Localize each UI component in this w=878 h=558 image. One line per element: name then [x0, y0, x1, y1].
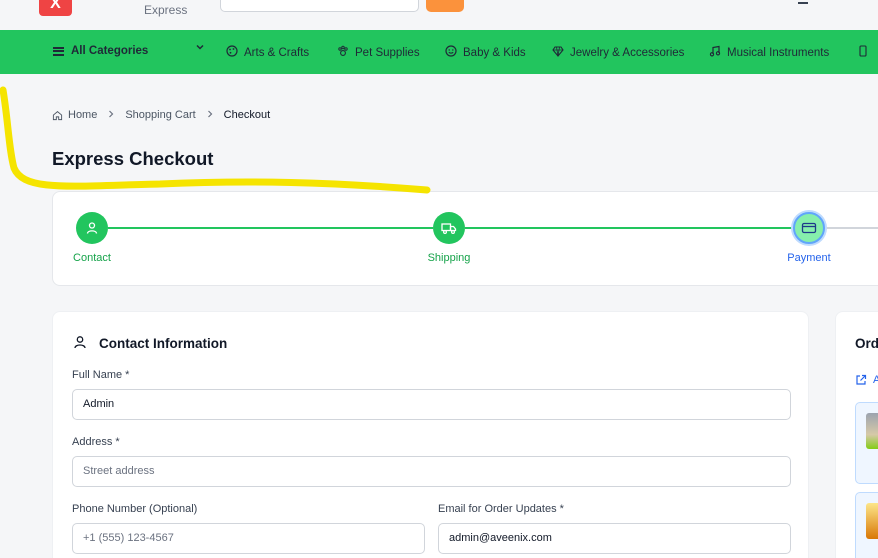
category-partial[interactable]	[857, 45, 875, 60]
category-label: Baby & Kids	[463, 46, 526, 59]
phone-label: Phone Number (Optional)	[72, 503, 198, 515]
truck-icon	[441, 223, 457, 235]
category-arts-crafts[interactable]: Arts & Crafts	[226, 45, 309, 60]
all-categories-button[interactable]: All Categories	[53, 45, 148, 57]
home-icon[interactable]	[52, 110, 63, 121]
category-label: Pet Supplies	[355, 46, 420, 59]
category-musical-instruments[interactable]: Musical Instruments	[709, 45, 829, 60]
phone-input[interactable]: +1 (555) 123-4567	[72, 523, 425, 554]
order-item-thumbnail[interactable]	[855, 492, 878, 558]
full-name-label: Full Name *	[72, 369, 130, 381]
contact-information-card: Contact Information Full Name * Admin Ad…	[52, 311, 809, 558]
page-title: Express Checkout	[52, 148, 214, 169]
step-connector	[465, 227, 792, 229]
step-label-shipping: Shipping	[427, 252, 471, 264]
chevron-right-icon	[107, 109, 115, 121]
chevron-right-icon	[206, 109, 214, 121]
step-payment[interactable]	[793, 212, 825, 244]
account-icon[interactable]	[798, 0, 808, 4]
step-label-payment: Payment	[787, 252, 831, 264]
category-baby-kids[interactable]: Baby & Kids	[445, 45, 526, 60]
top-header: X Express	[0, 0, 878, 30]
chevron-down-icon[interactable]	[195, 42, 205, 55]
order-summary-card: Ord A	[835, 311, 878, 558]
order-item-thumbnail[interactable]	[855, 402, 878, 484]
logo-subtitle: Express	[144, 3, 188, 17]
smile-icon	[445, 45, 457, 60]
music-note-icon	[709, 45, 721, 60]
external-link-icon	[856, 374, 867, 385]
product-image	[866, 413, 878, 449]
step-contact[interactable]	[76, 212, 108, 244]
logo[interactable]: X	[39, 0, 72, 16]
checkout-steps: Contact Shipping Payment	[52, 191, 878, 286]
category-label: Jewelry & Accessories	[570, 46, 685, 59]
email-label: Email for Order Updates *	[438, 503, 564, 515]
all-categories-label: All Categories	[71, 45, 149, 57]
address-label: Address *	[72, 436, 120, 448]
breadcrumb-home[interactable]: Home	[68, 109, 97, 121]
order-link[interactable]: A	[855, 374, 878, 386]
address-input[interactable]: Street address	[72, 456, 791, 487]
category-nav: All Categories Arts & Crafts Pet Supplie…	[0, 30, 878, 74]
menu-icon	[53, 46, 64, 56]
contact-heading: Contact Information	[73, 335, 227, 352]
gem-icon	[552, 45, 564, 60]
search-button[interactable]	[426, 0, 464, 12]
breadcrumb-cart[interactable]: Shopping Cart	[125, 109, 195, 121]
breadcrumb-current: Checkout	[223, 109, 271, 121]
step-shipping[interactable]	[433, 212, 465, 244]
category-label: Arts & Crafts	[244, 46, 310, 59]
paw-icon	[337, 45, 349, 60]
email-input[interactable]: admin@aveenix.com	[438, 523, 791, 554]
contact-heading-text: Contact Information	[99, 336, 228, 351]
product-image	[866, 503, 878, 539]
palette-icon	[226, 45, 238, 60]
user-icon	[73, 335, 87, 352]
step-connector	[108, 227, 433, 229]
step-connector	[825, 227, 878, 229]
device-icon	[857, 45, 869, 60]
category-jewelry-accessories[interactable]: Jewelry & Accessories	[552, 45, 684, 60]
step-label-contact: Contact	[73, 252, 111, 264]
full-name-input[interactable]: Admin	[72, 389, 791, 420]
category-pet-supplies[interactable]: Pet Supplies	[337, 45, 420, 60]
order-summary-title: Ord	[855, 336, 878, 351]
breadcrumb: Home Shopping Cart Checkout	[52, 109, 270, 121]
order-link-text: A	[873, 374, 878, 386]
category-label: Musical Instruments	[727, 46, 830, 59]
user-icon	[86, 222, 98, 234]
highlighter-annotation	[0, 86, 431, 194]
search-input[interactable]	[220, 0, 419, 12]
credit-card-icon	[801, 222, 817, 234]
